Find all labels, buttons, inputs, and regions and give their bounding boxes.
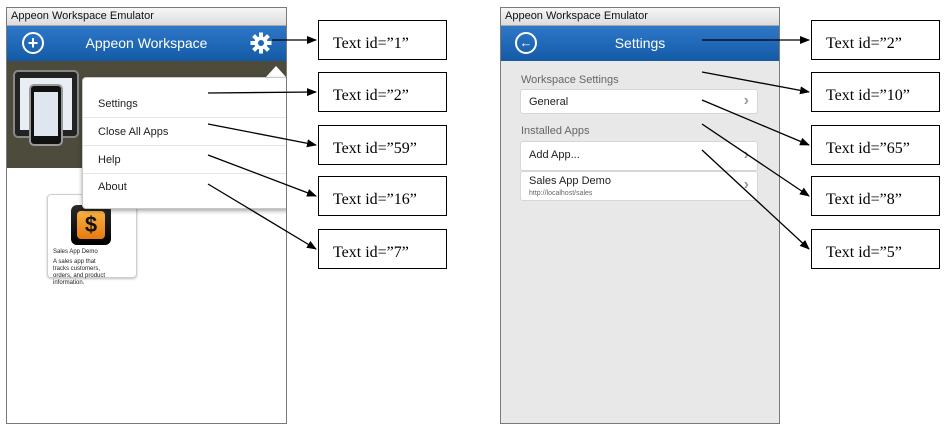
arrow — [207, 88, 317, 97]
arrow — [701, 99, 810, 146]
arrow — [701, 123, 810, 197]
annotation-arrows — [207, 36, 810, 250]
arrow — [207, 123, 317, 148]
arrow — [701, 71, 810, 95]
arrow — [701, 149, 810, 250]
arrow — [207, 154, 317, 197]
arrow — [207, 183, 317, 250]
